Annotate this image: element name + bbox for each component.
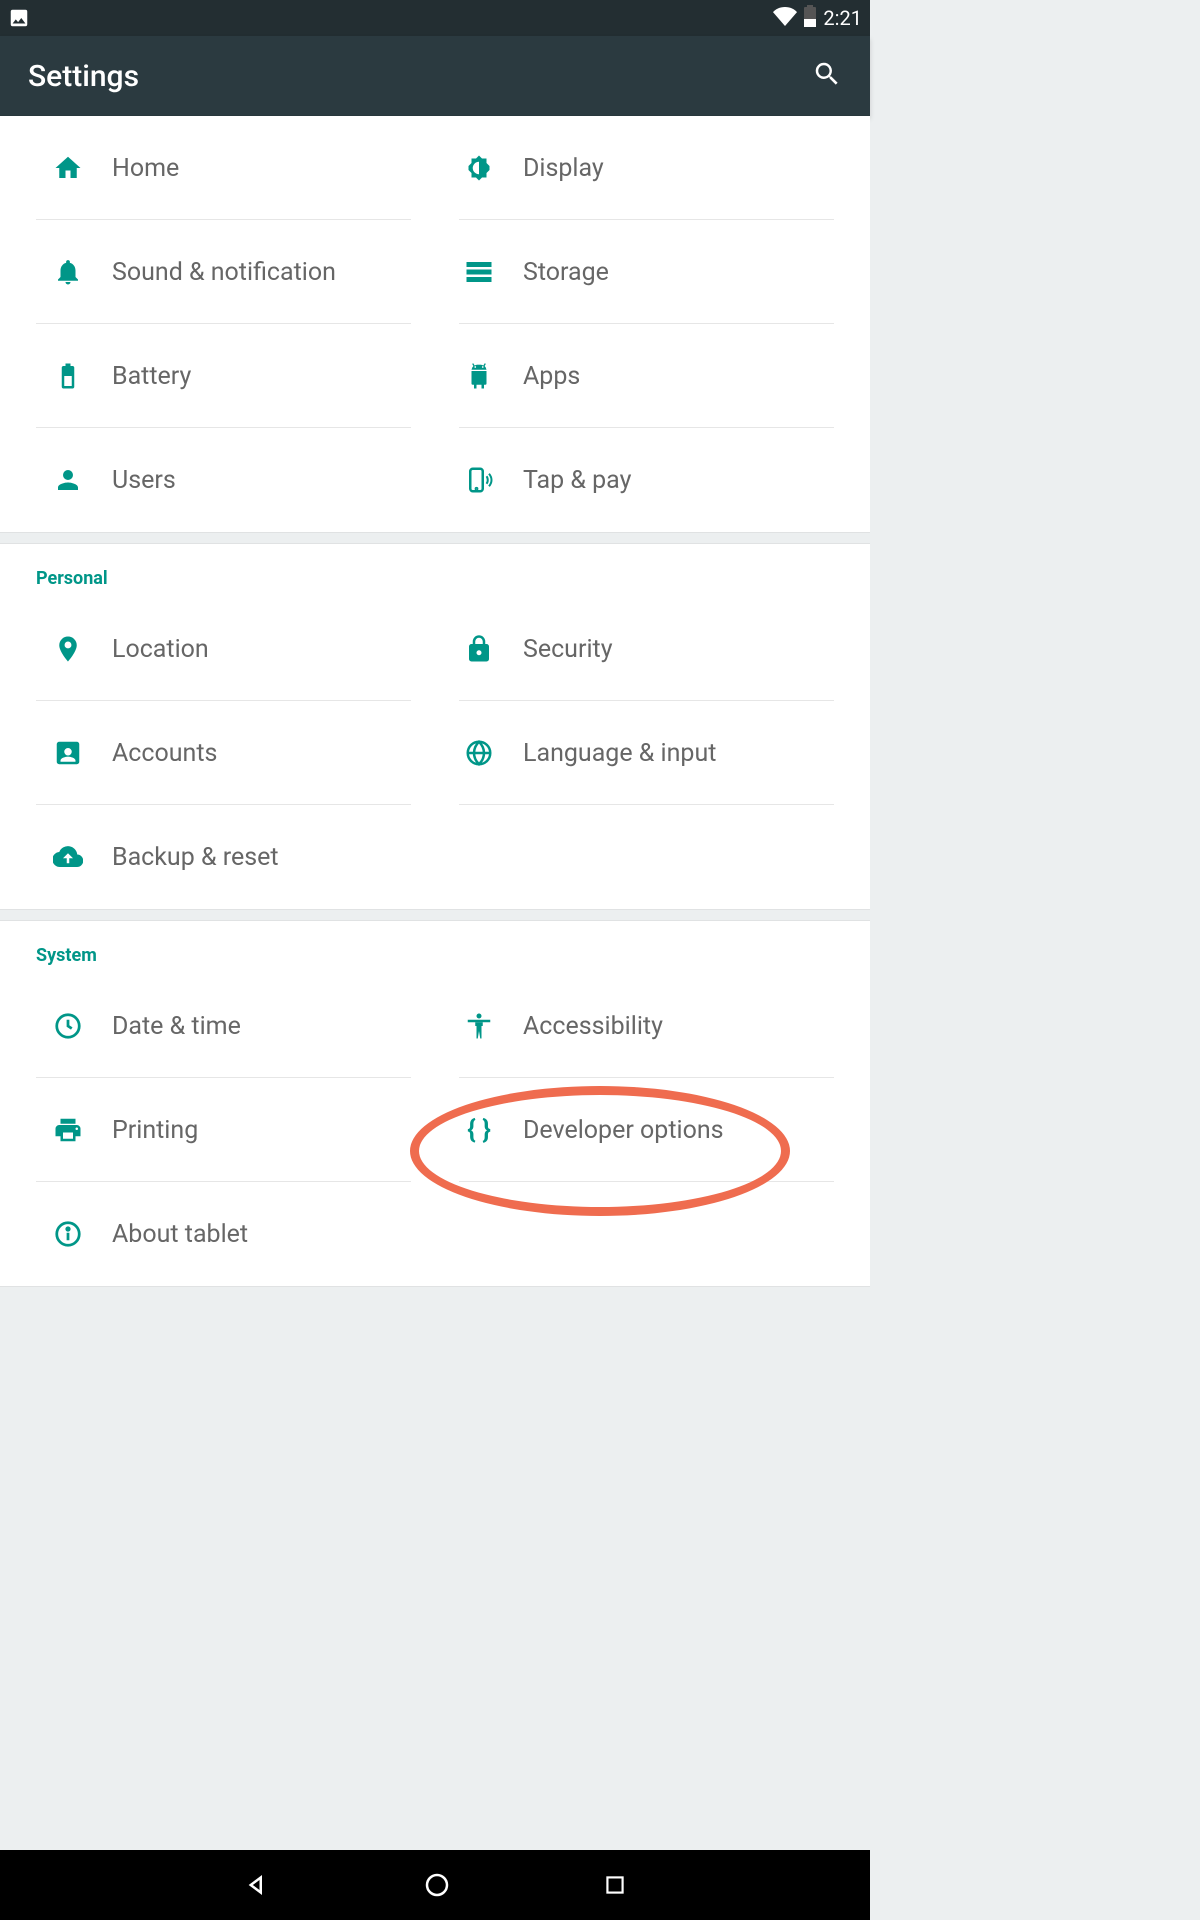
brightness-icon — [447, 153, 511, 183]
item-accessibility[interactable]: Accessibility — [435, 974, 846, 1078]
info-icon — [36, 1219, 100, 1249]
item-label: Security — [511, 635, 613, 664]
bell-icon — [36, 257, 100, 287]
status-time: 2:21 — [823, 6, 862, 30]
item-label: Storage — [511, 258, 609, 287]
clock-icon — [36, 1011, 100, 1041]
item-label: Language & input — [511, 739, 716, 768]
location-icon — [36, 634, 100, 664]
item-label: Sound & notification — [100, 258, 336, 287]
item-label: Date & time — [100, 1012, 241, 1041]
wifi-icon — [773, 4, 797, 33]
section-header-personal: Personal — [0, 544, 870, 597]
battery-icon — [803, 5, 817, 32]
search-icon[interactable] — [812, 59, 842, 93]
item-sound[interactable]: Sound & notification — [24, 220, 435, 324]
item-label: Accounts — [100, 739, 217, 768]
nav-back-icon[interactable] — [242, 1870, 272, 1900]
braces-icon: { } — [447, 1115, 511, 1145]
item-location[interactable]: Location — [24, 597, 435, 701]
item-storage[interactable]: Storage — [435, 220, 846, 324]
item-apps[interactable]: Apps — [435, 324, 846, 428]
accessibility-icon — [447, 1011, 511, 1041]
lock-icon — [447, 634, 511, 664]
battery-settings-icon — [36, 361, 100, 391]
item-home[interactable]: Home — [24, 116, 435, 220]
home-icon — [36, 153, 100, 183]
item-printing[interactable]: Printing — [24, 1078, 435, 1182]
status-bar: 2:21 — [0, 0, 870, 36]
item-tap-pay[interactable]: Tap & pay — [435, 428, 846, 532]
item-label: Backup & reset — [100, 843, 279, 872]
item-label: About tablet — [100, 1220, 248, 1249]
screenshot-notification-icon — [8, 7, 30, 29]
item-label: Users — [100, 466, 176, 495]
item-accounts[interactable]: Accounts — [24, 701, 435, 805]
navigation-bar — [0, 1850, 870, 1920]
android-icon — [447, 361, 511, 391]
section-device: Home Display Sound & notification Storag… — [0, 116, 870, 532]
item-about[interactable]: About tablet — [24, 1182, 435, 1286]
globe-icon — [447, 738, 511, 768]
item-battery[interactable]: Battery — [24, 324, 435, 428]
item-label: Location — [100, 635, 209, 664]
cloud-upload-icon — [36, 842, 100, 872]
item-date-time[interactable]: Date & time — [24, 974, 435, 1078]
print-icon — [36, 1115, 100, 1145]
item-label: Apps — [511, 362, 580, 391]
section-system: System Date & time Accessibility Printin… — [0, 921, 870, 1286]
item-label: Tap & pay — [511, 466, 631, 495]
item-label: Battery — [100, 362, 191, 391]
item-backup[interactable]: Backup & reset — [24, 805, 435, 909]
item-label: Display — [511, 154, 604, 183]
item-label: Printing — [100, 1116, 198, 1145]
nav-recent-icon[interactable] — [602, 1872, 628, 1898]
page-title: Settings — [28, 59, 139, 94]
account-box-icon — [36, 738, 100, 768]
storage-icon — [447, 257, 511, 287]
app-bar: Settings — [0, 36, 870, 116]
nav-home-icon[interactable] — [422, 1870, 452, 1900]
section-header-system: System — [0, 921, 870, 974]
item-display[interactable]: Display — [435, 116, 846, 220]
item-developer-options[interactable]: { } Developer options — [435, 1078, 846, 1182]
item-label: Accessibility — [511, 1012, 663, 1041]
person-icon — [36, 465, 100, 495]
item-language[interactable]: Language & input — [435, 701, 846, 805]
item-label: Home — [100, 154, 179, 183]
section-personal: Personal Location Security Accounts Lang… — [0, 544, 870, 909]
nfc-icon — [447, 465, 511, 495]
item-users[interactable]: Users — [24, 428, 435, 532]
item-label: Developer options — [511, 1116, 724, 1145]
item-security[interactable]: Security — [435, 597, 846, 701]
